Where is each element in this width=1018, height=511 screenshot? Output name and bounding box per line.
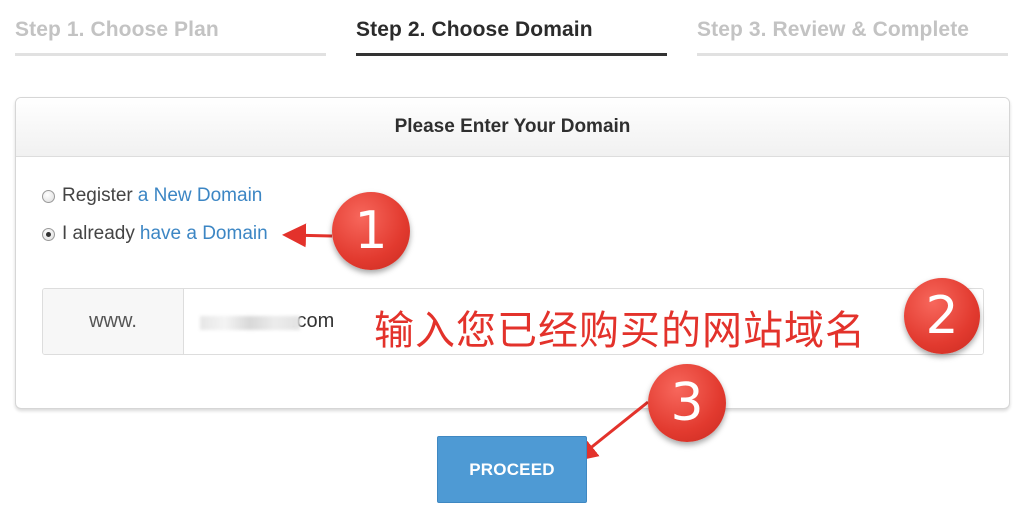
existing-domain-label: I already [62,223,135,244]
arrow-to-proceed [573,400,649,462]
annotation-note: 输入您已经购买的网站域名 [374,308,866,354]
new-domain-link[interactable]: a New Domain [138,185,263,207]
step-choose-plan[interactable]: Step 1. Choose Plan [15,18,326,56]
www-prefix: www. [43,289,184,354]
callout-marker-1: 1 [332,192,410,270]
proceed-button[interactable]: PROCEED [437,436,587,503]
redacted-domain-mask [200,316,300,330]
panel-title: Please Enter Your Domain [16,98,1009,157]
register-new-domain-option[interactable]: Register a New Domain [42,184,262,208]
domain-panel: Please Enter Your Domain Register a New … [15,97,1010,409]
callout-marker-2: 2 [904,278,980,354]
existing-domain-radio[interactable] [42,227,55,241]
callout-marker-3: 3 [648,364,726,442]
register-radio[interactable] [42,189,55,203]
have-domain-link[interactable]: have a Domain [140,223,268,245]
existing-domain-option[interactable]: I already have a Domain [42,222,268,246]
step-choose-domain[interactable]: Step 2. Choose Domain [356,18,667,56]
step-review-complete[interactable]: Step 3. Review & Complete [697,18,1008,56]
register-label: Register [62,185,133,206]
